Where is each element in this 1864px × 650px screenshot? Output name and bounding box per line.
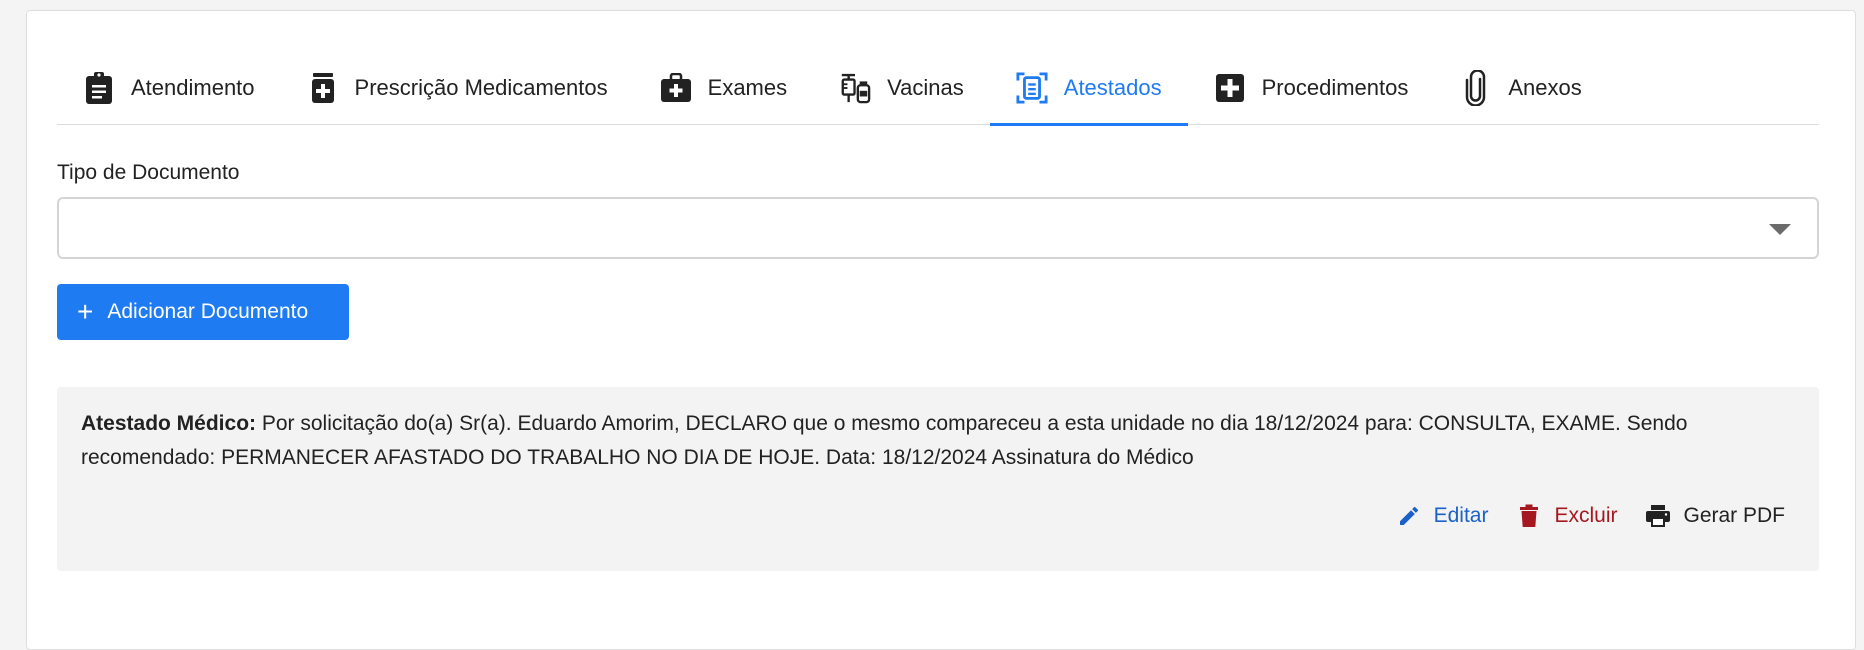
document-scan-icon [1016,70,1048,106]
document-body: Por solicitação do(a) Sr(a). Eduardo Amo… [81,412,1688,469]
pencil-icon [1396,503,1422,529]
edit-button[interactable]: Editar [1396,503,1489,529]
generate-pdf-button[interactable]: Gerar PDF [1645,503,1785,529]
clipboard-icon [83,70,115,106]
tab-label: Exames [707,75,788,100]
tab-prescricao[interactable]: Prescrição Medicamentos [281,51,634,125]
vaccine-icon [839,70,871,106]
tab-atendimento[interactable]: Atendimento [57,51,281,125]
tab-label: Atestados [1063,75,1162,100]
document-card: Atestado Médico: Por solicitação do(a) S… [57,387,1819,571]
medication-icon [307,70,339,106]
medical-kit-icon [660,70,692,106]
document-text: Atestado Médico: Por solicitação do(a) S… [81,407,1791,475]
main-card: Atendimento Prescrição Medicamentos Exam… [26,10,1856,650]
document-actions: Editar Excluir Gerar PDF [1368,503,1785,529]
chevron-down-icon [1769,224,1791,235]
tab-label: Atendimento [131,75,255,100]
tab-label: Anexos [1508,75,1582,100]
delete-label: Excluir [1554,504,1618,527]
tab-bar: Atendimento Prescrição Medicamentos Exam… [57,51,1819,126]
document-type-label: Tipo de Documento [57,161,240,184]
paperclip-icon [1460,70,1492,106]
tab-label: Procedimentos [1261,75,1409,100]
edit-label: Editar [1433,504,1489,527]
plus-square-icon [1214,70,1246,106]
add-document-button[interactable]: + Adicionar Documento [57,284,349,340]
trash-icon [1516,503,1542,529]
tab-label: Vacinas [887,75,964,100]
tab-vacinas[interactable]: Vacinas [813,51,990,125]
add-document-label: Adicionar Documento [107,300,309,323]
plus-icon: + [77,296,94,327]
tab-procedimentos[interactable]: Procedimentos [1188,51,1435,125]
document-title: Atestado Médico: [81,412,257,435]
tab-atestados[interactable]: Atestados [989,51,1188,126]
document-type-select[interactable] [57,197,1819,259]
printer-icon [1645,503,1671,529]
tab-exames[interactable]: Exames [634,51,813,125]
pdf-label: Gerar PDF [1683,504,1785,527]
tab-anexos[interactable]: Anexos [1434,51,1607,125]
delete-button[interactable]: Excluir [1516,503,1617,529]
tab-label: Prescrição Medicamentos [354,75,608,100]
